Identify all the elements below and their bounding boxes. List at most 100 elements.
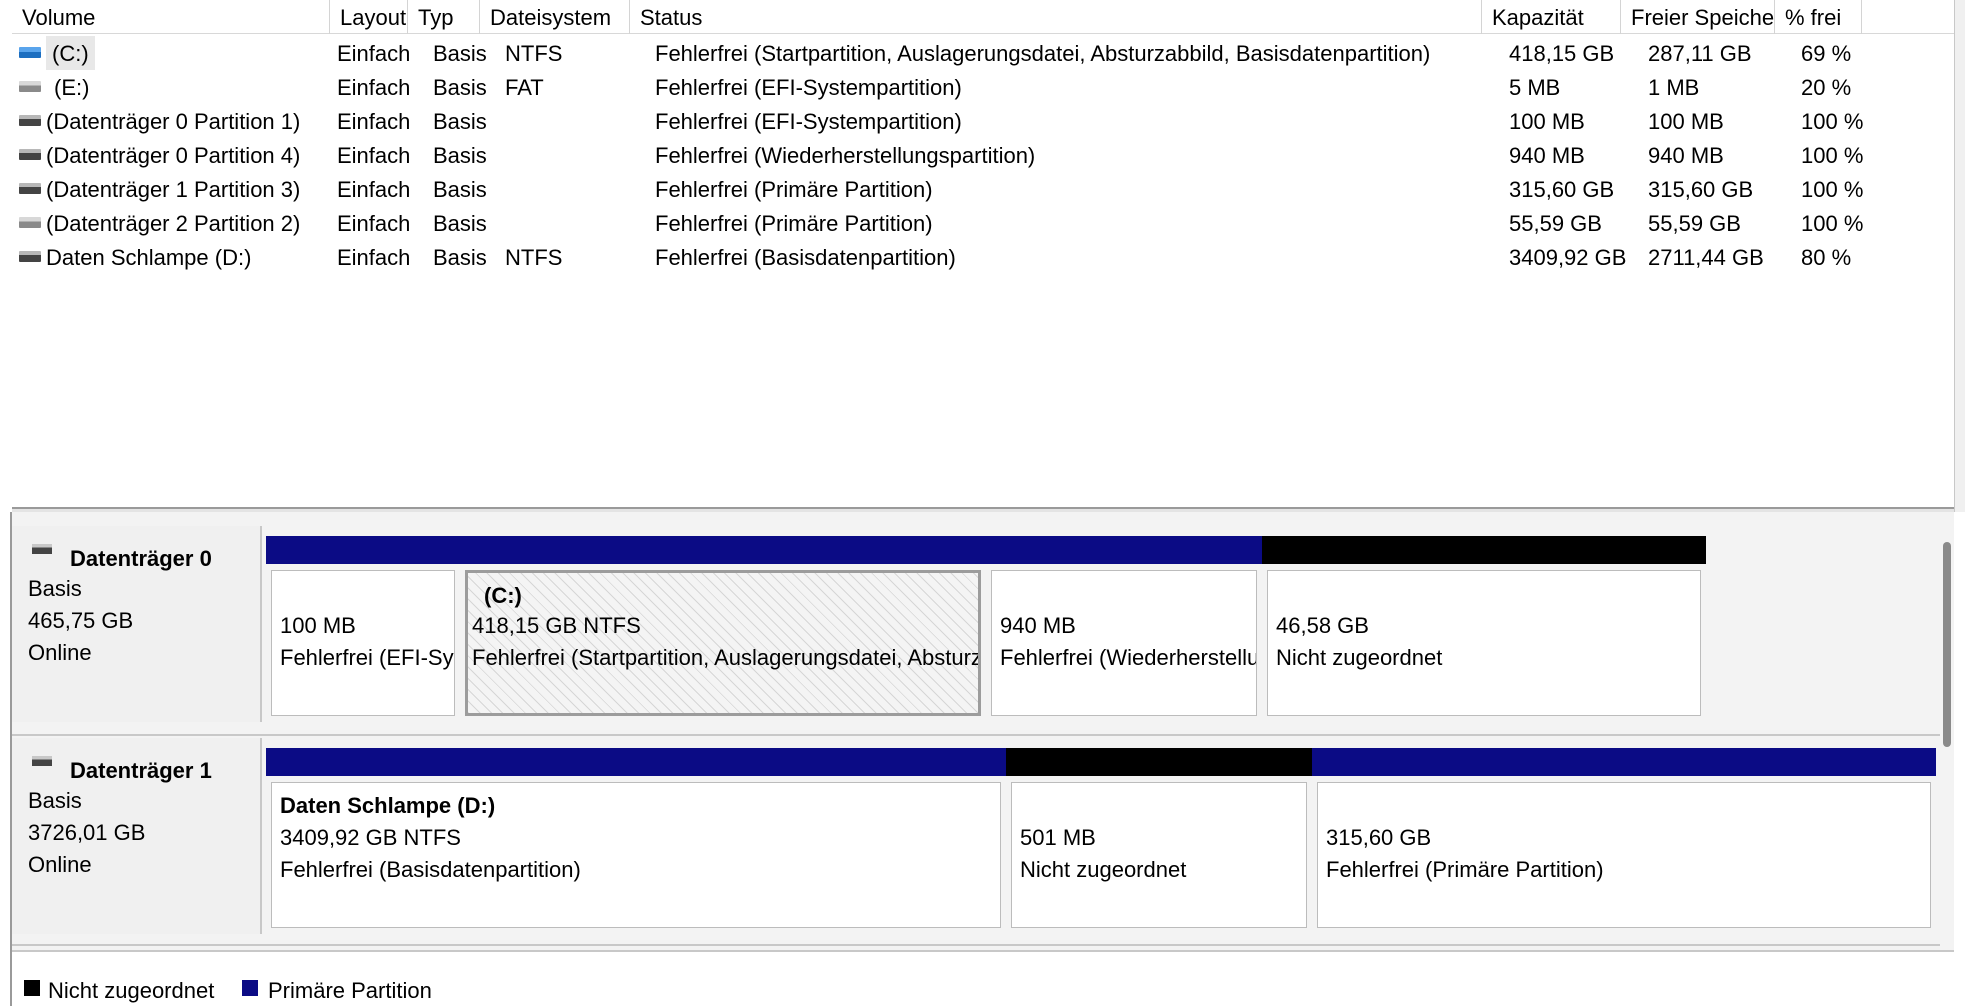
disk-1-size: 3726,01 GB [28,820,146,845]
volume-row[interactable]: (Datenträger 1 Partition 3) Einfach Basi… [12,172,1954,206]
partition-size: 501 MB [1020,825,1096,850]
column-header-kapazitaet[interactable]: Kapazität [1482,0,1621,34]
column-header-freier-speicher[interactable]: Freier Speicher [1621,0,1775,34]
volume-free-space: 940 MB [1648,143,1724,168]
volume-free-space: 287,11 GB [1648,41,1752,66]
scrollbar-thumb[interactable] [1943,542,1951,747]
volume-typ: Basis [433,211,487,236]
volume-status: Fehlerfrei (Startpartition, Auslagerungs… [655,41,1431,66]
partition-status: Fehlerfrei (Startpartition, Auslagerungs… [472,645,981,670]
column-header-typ[interactable]: Typ [408,0,480,34]
volume-row[interactable]: (Datenträger 2 Partition 2) Einfach Basi… [12,206,1954,240]
volume-list-header: Volume Layout Typ Dateisystem Status Kap… [12,0,1954,34]
disk-0-partition-unallocated[interactable]: 46,58 GB Nicht zugeordnet [1262,536,1706,722]
column-header-volume[interactable]: Volume [12,0,330,34]
volume-percent-free: 100 % [1801,109,1864,134]
legend-primary-swatch [242,980,258,996]
volume-row[interactable]: Daten Schlampe (D:) Einfach Basis NTFS F… [12,240,1954,274]
volume-row[interactable]: (Datenträger 0 Partition 4) Einfach Basi… [12,138,1954,172]
volume-status: Fehlerfrei (Primäre Partition) [655,211,933,236]
volume-list-pane: Volume Layout Typ Dateisystem Status Kap… [0,0,1965,512]
volume-layout: Einfach [337,41,411,66]
unallocated-bar [1006,748,1312,776]
disk-separator [12,944,1942,946]
partition-box: Daten Schlampe (D:) 3409,92 GB NTFS Fehl… [271,782,1001,928]
disk-0-partition-c[interactable]: (C:) 418,15 GB NTFS Fehlerfrei (Startpar… [460,536,986,722]
disk-1-partition-primary[interactable]: 315,60 GB Fehlerfrei (Primäre Partition) [1312,748,1936,934]
primary-partition-bar [266,536,460,564]
disk-1-title: Datenträger 1 [70,758,212,783]
disk-0-type: Basis [28,576,82,601]
volume-name: Daten Schlampe (D:) [46,245,252,270]
volume-percent-free: 100 % [1801,177,1864,202]
volume-row[interactable]: (Datenträger 0 Partition 1) Einfach Basi… [12,104,1954,138]
volume-free-space: 2711,44 GB [1648,245,1764,270]
volume-free-space: 100 MB [1648,109,1724,134]
volume-capacity: 315,60 GB [1509,177,1615,202]
partition-status: Fehlerfrei (Basisdatenpartition) [280,857,581,882]
volume-name: (C:) [46,36,95,70]
volume-dark-icon [19,149,41,160]
primary-partition-bar [460,536,986,564]
legend: Nicht zugeordnet Primäre Partition [12,950,1954,1006]
volume-layout: Einfach [337,109,411,134]
volume-dark-icon [19,251,41,262]
legend-unallocated-label: Nicht zugeordnet [48,978,215,1003]
volume-capacity: 940 MB [1509,143,1585,168]
volume-layout: Einfach [337,177,411,202]
volume-status: Fehlerfrei (Basisdatenpartition) [655,245,956,270]
disk-drive-icon [32,756,52,766]
partition-size: 418,15 GB NTFS [472,613,641,638]
volume-filesystem: NTFS [505,245,563,270]
volume-filesystem: NTFS [505,41,563,66]
volume-capacity: 418,15 GB [1509,41,1615,66]
partition-size: 315,60 GB [1326,825,1432,850]
volume-filesystem: FAT [505,75,544,100]
volume-free-space: 55,59 GB [1648,211,1741,236]
volume-percent-free: 20 % [1801,75,1852,100]
volume-capacity: 5 MB [1509,75,1561,100]
volume-capacity: 3409,92 GB [1509,245,1627,270]
disk-pane-scrollbar[interactable] [1940,512,1954,950]
column-header-status[interactable]: Status [630,0,1482,34]
volume-free-space: 1 MB [1648,75,1700,100]
volume-layout: Einfach [337,75,411,100]
volume-name: (Datenträger 1 Partition 3) [46,177,301,202]
volume-gray-icon [19,81,41,92]
volume-typ: Basis [433,109,487,134]
volume-layout: Einfach [337,211,411,236]
column-header-dateisystem[interactable]: Dateisystem [480,0,630,34]
disk-1-partition-d[interactable]: Daten Schlampe (D:) 3409,92 GB NTFS Fehl… [266,748,1006,934]
disk-0-state: Online [28,640,92,665]
volume-blue-icon [19,47,41,58]
volume-list-scrollbar-track[interactable] [1954,0,1965,512]
volume-typ: Basis [433,245,487,270]
disk-1-type: Basis [28,788,82,813]
primary-partition-bar [986,536,1262,564]
partition-size: 100 MB [280,613,356,638]
partition-box: 501 MB Nicht zugeordnet [1011,782,1307,928]
disk-0-partition-efi[interactable]: 100 MB Fehlerfrei (EFI-Systempartition) [266,536,460,722]
disk-1-info[interactable]: Datenträger 1 Basis 3726,01 GB Online [12,738,262,934]
volume-capacity: 55,59 GB [1509,211,1602,236]
disk-0-partition-recovery[interactable]: 940 MB Fehlerfrei (Wiederherstellungspar… [986,536,1262,722]
volume-free-space: 315,60 GB [1648,177,1754,202]
volume-status: Fehlerfrei (EFI-Systempartition) [655,109,962,134]
unallocated-bar [1262,536,1706,564]
volume-status: Fehlerfrei (Wiederherstellungspartition) [655,143,1036,168]
volume-layout: Einfach [337,143,411,168]
column-header-prozent-frei[interactable]: % frei [1775,0,1862,34]
volume-status: Fehlerfrei (Primäre Partition) [655,177,933,202]
volume-name: (Datenträger 0 Partition 4) [46,143,301,168]
partition-box: 940 MB Fehlerfrei (Wiederherstellungspar… [991,570,1257,716]
partition-status: Nicht zugeordnet [1276,645,1443,670]
partition-status: Nicht zugeordnet [1020,857,1187,882]
disk-0-info[interactable]: Datenträger 0 Basis 465,75 GB Online [12,526,262,722]
disk-1-partition-unallocated[interactable]: 501 MB Nicht zugeordnet [1006,748,1312,934]
volume-row[interactable]: (E:) Einfach Basis FAT Fehlerfrei (EFI-S… [12,70,1954,104]
partition-status: Fehlerfrei (Primäre Partition) [1326,857,1604,882]
column-header-layout[interactable]: Layout [330,0,408,34]
partition-name: (C:) [484,583,522,608]
volume-row[interactable]: (C:) Einfach Basis NTFS Fehlerfrei (Star… [12,36,1954,70]
partition-box: 315,60 GB Fehlerfrei (Primäre Partition) [1317,782,1931,928]
